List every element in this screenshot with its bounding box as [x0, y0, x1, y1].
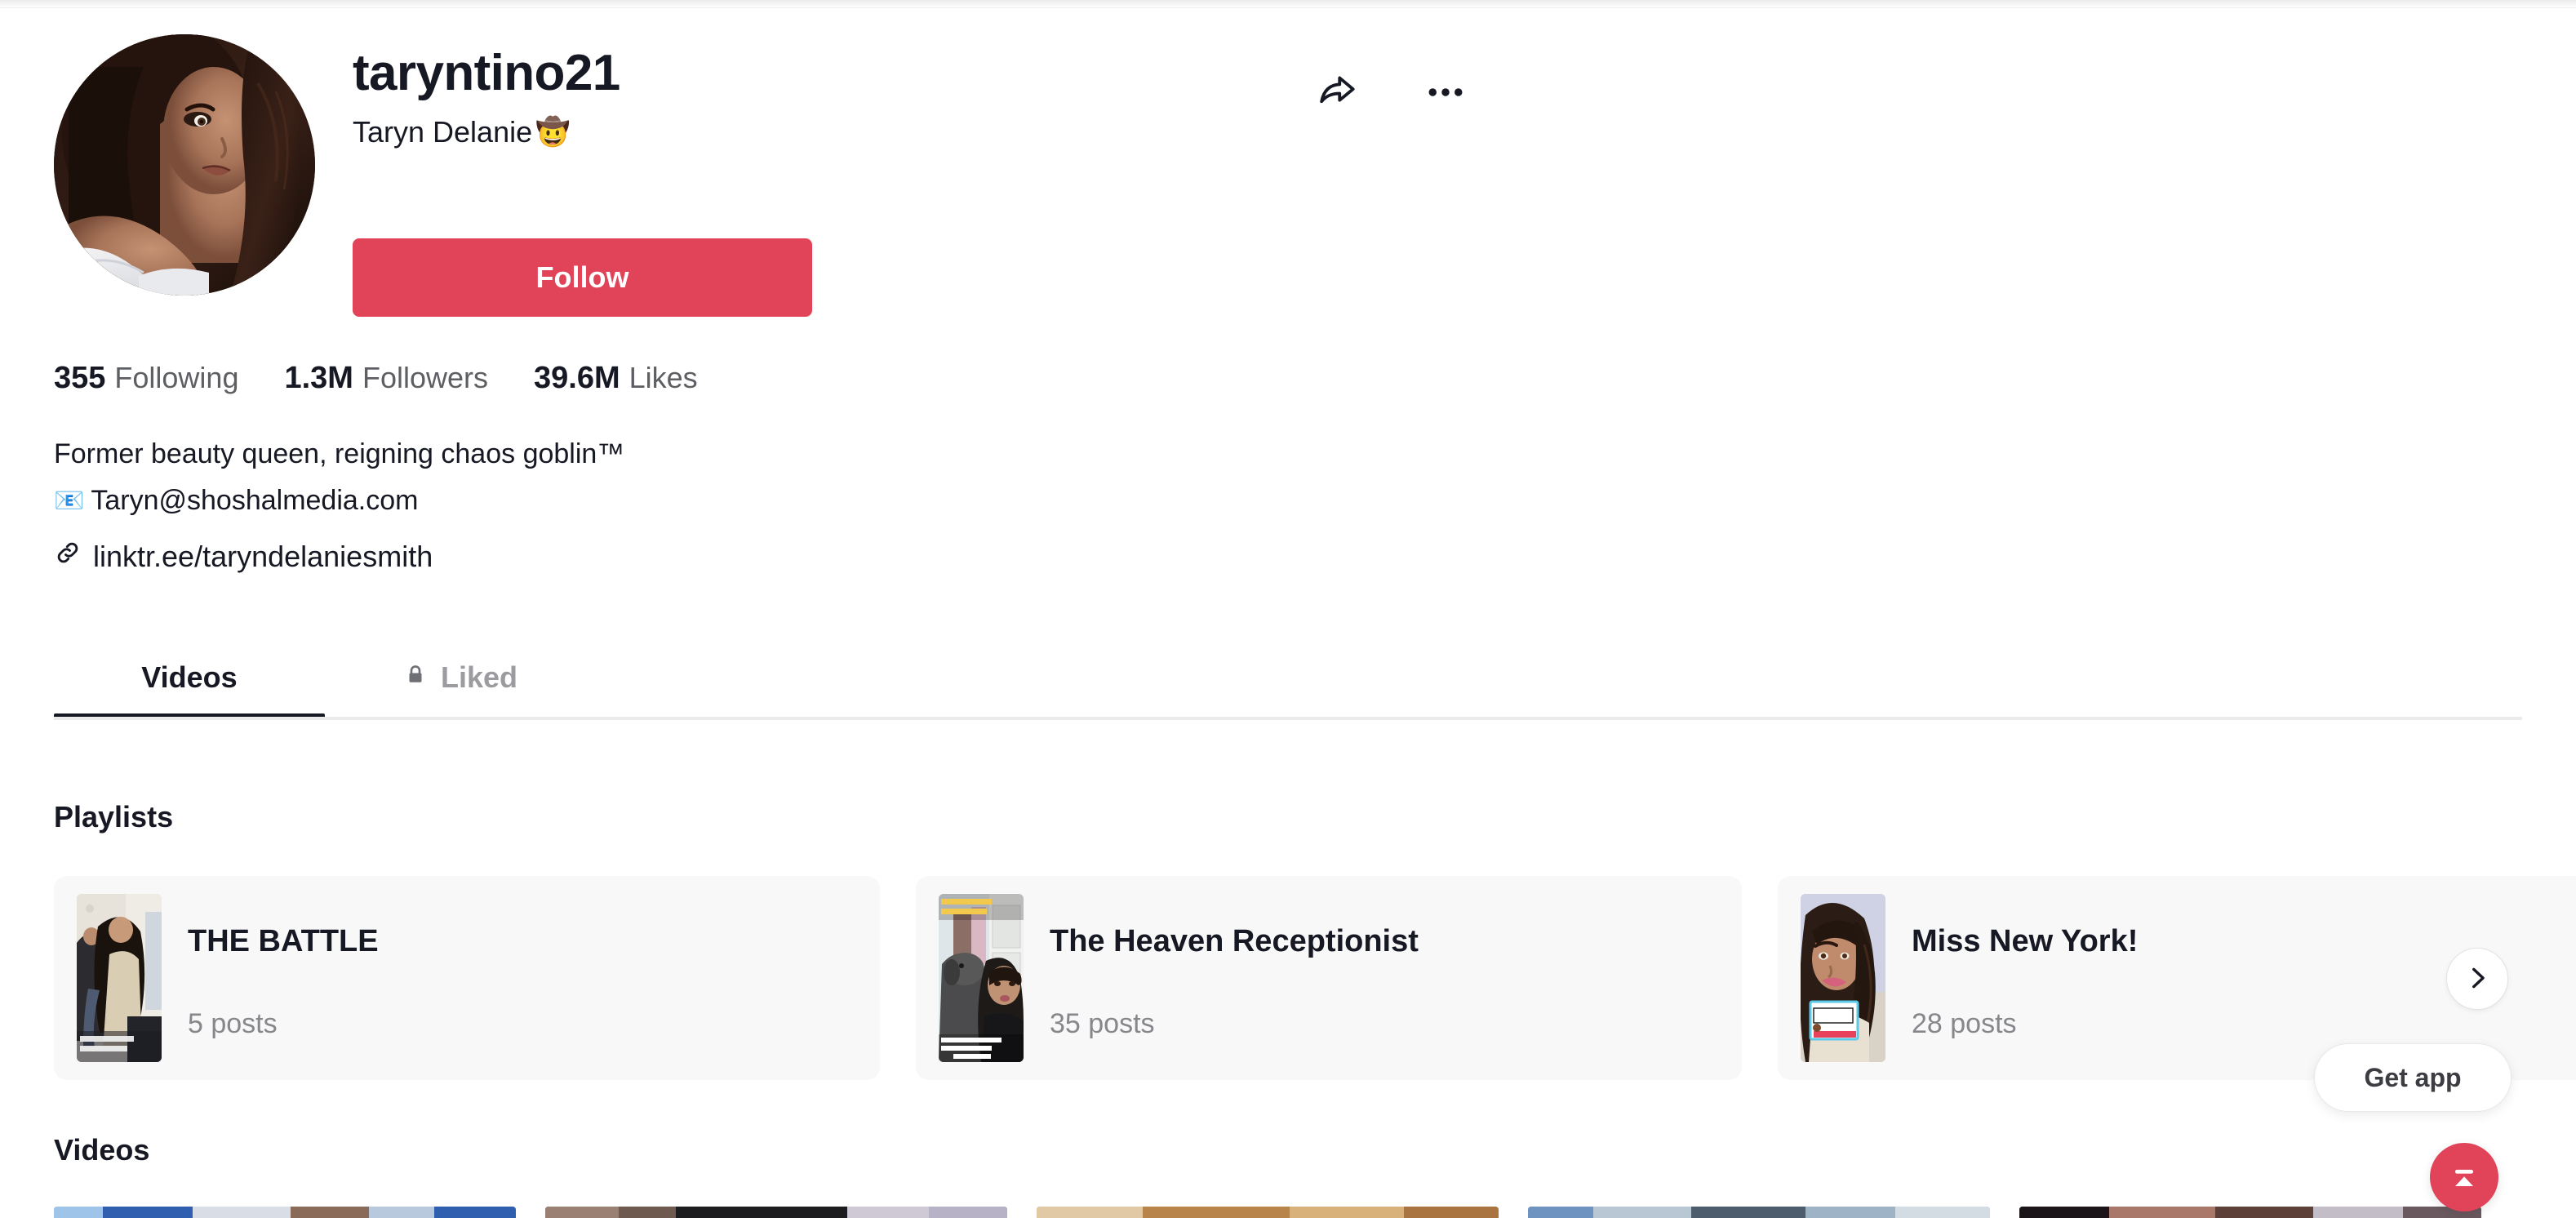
playlists-carousel: THE BATTLE 5 posts The Heaven Receptioni… — [54, 876, 2576, 1080]
tabs-divider — [54, 717, 2522, 720]
bio-email-text: Taryn@shoshalmedia.com — [91, 485, 419, 516]
stat-followers[interactable]: 1.3M Followers — [284, 361, 488, 396]
stat-followers-value: 1.3M — [284, 361, 353, 395]
bio-line-1: Former beauty queen, reigning chaos gobl… — [54, 431, 1360, 478]
playlist-name: THE BATTLE — [188, 924, 379, 958]
playlist-post-count: 28 posts — [1912, 1008, 2017, 1039]
stat-likes-label: Likes — [628, 361, 698, 394]
playlist-meta: The Heaven Receptionist 35 posts — [1050, 894, 1419, 1062]
identity-block: taryntino21 Taryn Delanie 🤠 — [353, 44, 1414, 150]
stat-following[interactable]: 355 Following — [54, 361, 238, 396]
stat-likes[interactable]: 39.6M Likes — [534, 361, 698, 396]
header-actions — [1309, 64, 1474, 121]
avatar[interactable] — [54, 34, 315, 296]
upload-arrow-icon[interactable] — [2430, 1143, 2498, 1211]
video-thumbnail[interactable] — [1037, 1207, 1499, 1218]
playlist-name: The Heaven Receptionist — [1050, 924, 1419, 958]
bio-external-link[interactable]: linktr.ee/taryndelaniesmith — [54, 539, 433, 574]
tab-liked-label: Liked — [440, 660, 518, 694]
profile-tabs: Videos Liked — [54, 635, 2522, 723]
playlist-post-count: 5 posts — [188, 1008, 278, 1039]
videos-section-title: Videos — [54, 1133, 150, 1167]
video-thumbnail[interactable] — [545, 1207, 1007, 1218]
display-name: Taryn Delanie 🤠 — [353, 114, 1414, 150]
playlists-section-title: Playlists — [54, 800, 174, 833]
three-dots-icon[interactable] — [1417, 64, 1474, 121]
bio-text: Former beauty queen, reigning chaos gobl… — [54, 431, 1360, 524]
playlist-card[interactable]: THE BATTLE 5 posts — [54, 876, 880, 1080]
video-grid — [54, 1207, 2576, 1218]
lock-icon — [403, 660, 428, 695]
stat-following-value: 355 — [54, 361, 106, 395]
email-icon: 📧 — [54, 487, 85, 514]
profile-header: taryntino21 Taryn Delanie 🤠 Follow — [54, 16, 2522, 318]
bio-line-1-text: Former beauty queen, reigning chaos gobl… — [54, 438, 625, 469]
follow-button[interactable]: Follow — [353, 238, 812, 317]
playlist-thumbnail — [77, 894, 162, 1062]
get-app-button[interactable]: Get app — [2314, 1043, 2512, 1112]
playlist-thumbnail — [939, 894, 1024, 1062]
bio-link-text: linktr.ee/taryndelaniesmith — [93, 539, 433, 573]
page-title: taryntino21 — [353, 45, 620, 101]
chain-link-icon — [54, 539, 82, 574]
tab-videos-label: Videos — [141, 660, 238, 694]
video-thumbnail[interactable] — [1528, 1207, 1990, 1218]
playlist-name: Miss New York! — [1912, 924, 2139, 958]
stat-following-label: Following — [114, 361, 239, 394]
chevron-right-icon — [2463, 964, 2491, 994]
video-thumbnail[interactable] — [54, 1207, 516, 1218]
playlist-post-count: 35 posts — [1050, 1008, 1155, 1039]
playlists-next-button[interactable] — [2446, 948, 2508, 1010]
playlist-meta: THE BATTLE 5 posts — [188, 894, 379, 1062]
playlist-meta: Miss New York! 28 posts — [1912, 894, 2138, 1062]
profile-page: taryntino21 Taryn Delanie 🤠 Follow 355 F… — [0, 8, 2576, 1218]
stats-row: 355 Following 1.3M Followers 39.6M Likes — [54, 361, 698, 396]
video-thumbnail[interactable] — [2019, 1207, 2481, 1218]
playlist-card[interactable]: The Heaven Receptionist 35 posts — [916, 876, 1742, 1080]
browser-top-edge — [0, 0, 2576, 8]
stat-followers-label: Followers — [362, 361, 489, 394]
playlist-thumbnail — [1801, 894, 1885, 1062]
cowboy-face-icon: 🤠 — [535, 117, 571, 148]
tab-videos[interactable]: Videos — [54, 635, 325, 720]
bio-line-2: 📧 Taryn@shoshalmedia.com — [54, 478, 1360, 524]
display-name-text: Taryn Delanie — [353, 115, 533, 149]
share-arrow-icon[interactable] — [1309, 64, 1366, 121]
tab-liked[interactable]: Liked — [325, 635, 596, 720]
stat-likes-value: 39.6M — [534, 361, 620, 395]
